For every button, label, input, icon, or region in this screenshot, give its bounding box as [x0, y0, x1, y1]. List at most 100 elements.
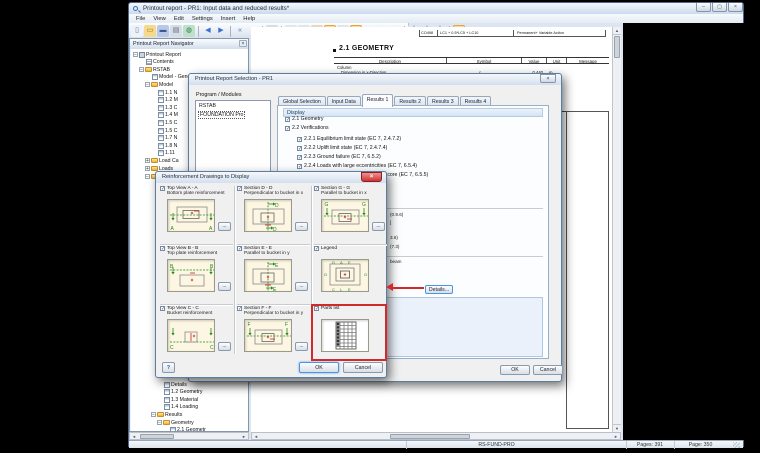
close-button[interactable]: × [728, 3, 743, 12]
toolbar-refresh-icon[interactable]: ◍ [183, 25, 195, 37]
checkbox-checked-icon[interactable]: ✓ [314, 246, 319, 252]
tree-item[interactable]: 2.1 Geometr [163, 427, 247, 431]
collapse-toggle-icon[interactable]: − [151, 412, 156, 418]
checkbox-checked-icon[interactable]: ✓ [160, 186, 165, 192]
document-hscrollbar[interactable]: ◄ ► [251, 432, 621, 440]
drawing-check-item[interactable]: ✓ Top View C - C Bucket reinforcement [160, 306, 212, 317]
vscroll-thumb[interactable] [614, 36, 620, 58]
checkbox-checked-icon[interactable]: ✓ [297, 136, 302, 142]
checkbox-checked-icon[interactable]: ✓ [297, 154, 302, 160]
collapse-toggle-icon[interactable]: − [145, 82, 150, 88]
display-check-item[interactable]: ✓ 2.2.4 Loads with large eccentricities (… [297, 163, 417, 169]
toolbar-new-report-icon[interactable]: ▯ [131, 25, 143, 37]
tree-item[interactable]: Details [157, 381, 247, 388]
nav-scroll-right-icon[interactable]: ► [240, 433, 248, 440]
checkbox-checked-icon[interactable]: ✓ [297, 145, 302, 151]
selection-cancel-button[interactable]: Cancel [533, 365, 563, 375]
more-options-button[interactable]: ... [295, 342, 308, 351]
toolbar-save-icon[interactable]: ▬ [157, 25, 169, 37]
nav-scroll-left-icon[interactable]: ◄ [130, 433, 138, 440]
expand-toggle-icon[interactable]: + [145, 158, 150, 164]
drawing-check-item[interactable]: ✓ Section D - D Perpendicular to bucket in… [237, 186, 303, 197]
checkbox-checked-icon[interactable]: ✓ [237, 306, 242, 312]
more-options-button[interactable]: ... [295, 282, 308, 291]
doc-scroll-right-icon[interactable]: ► [612, 433, 620, 440]
collapse-toggle-icon[interactable]: − [145, 173, 150, 179]
tree-item[interactable]: 1.3 Material [157, 396, 247, 403]
tree-item[interactable]: − Geometry [157, 419, 247, 426]
more-options-button[interactable]: ... [218, 282, 231, 291]
checkbox-checked-icon[interactable]: ✓ [160, 246, 165, 252]
menu-help[interactable]: Help [239, 16, 259, 22]
checkbox-checked-icon[interactable]: ✓ [285, 116, 290, 122]
reinforcement-ok-button[interactable]: OK [299, 362, 339, 373]
checkbox-checked-icon[interactable]: ✓ [314, 186, 319, 192]
more-options-button[interactable]: ... [372, 222, 385, 231]
selection-dialog-close-icon[interactable]: × [540, 74, 556, 83]
document-vscrollbar[interactable]: ▲ ▼ [612, 27, 621, 432]
selection-ok-button[interactable]: OK [500, 365, 530, 375]
selection-dialog-titlebar[interactable]: Printout Report Selection - PR1 [189, 74, 561, 85]
nav-hscroll-thumb[interactable] [140, 433, 174, 439]
drawing-check-item[interactable]: ✓ Top View B - B Top plate reinforcement [160, 246, 217, 257]
display-check-item[interactable]: ✓ 2.1 Geometry [285, 116, 323, 122]
drawing-check-item[interactable]: ✓ Section F - F Perpendicular to bucket in… [237, 306, 303, 317]
doc-scroll-left-icon[interactable]: ◄ [252, 433, 260, 440]
tree-item[interactable]: 1.4 Loading [157, 404, 247, 411]
navigator-close-icon[interactable]: × [239, 40, 247, 47]
collapse-toggle-icon[interactable]: − [133, 52, 138, 58]
menu-settings[interactable]: Settings [188, 16, 217, 22]
doc-hscroll-thumb[interactable] [390, 433, 470, 439]
tree-item[interactable]: Contents [139, 59, 247, 66]
window-titlebar[interactable]: Printout report - PR1: Input data and re… [129, 3, 743, 14]
more-options-button[interactable]: ... [218, 342, 231, 351]
navigator-hscrollbar[interactable]: ◄ ► [129, 432, 249, 440]
menu-file[interactable]: File [132, 16, 149, 22]
toolbar-back-icon[interactable]: ◀ [202, 25, 214, 37]
checkbox-checked-icon[interactable]: ✓ [160, 306, 165, 312]
reinforcement-cancel-button[interactable]: Cancel [343, 362, 383, 373]
tree-item-label: Model [159, 81, 174, 88]
tree-item[interactable]: 1.2 Geometry [157, 389, 247, 396]
checkbox-checked-icon[interactable]: ✓ [237, 246, 242, 252]
menu-edit[interactable]: Edit [170, 16, 188, 22]
more-options-button[interactable]: ... [295, 222, 308, 231]
checkbox-checked-icon[interactable]: ✓ [237, 186, 242, 192]
tree-item[interactable]: − Printout Report [133, 51, 247, 58]
collapse-toggle-icon[interactable]: − [139, 67, 144, 73]
toolbar-first-page-icon[interactable]: « [234, 25, 246, 37]
toolbar-open-icon[interactable]: ▭ [144, 25, 156, 37]
display-check-item[interactable]: ✓ 2.2.2 Uplift limit state (EC 7, 2.4.7.4… [297, 145, 387, 151]
more-options-button[interactable]: ... [218, 222, 231, 231]
drawing-subtitle: Parallel to bucket in y [244, 251, 290, 257]
navigator-header[interactable]: Printout Report Navigator [130, 39, 248, 49]
reinforcement-dialog-close-icon[interactable]: × [361, 172, 382, 182]
display-check-item[interactable]: ✓ 2.2.1 Equilibrium limit state (EC 7, 2.… [297, 136, 401, 142]
toolbar-print-icon[interactable]: ▤ [170, 25, 182, 37]
maximize-button[interactable]: ▢ [712, 3, 727, 12]
reinforcement-help-button[interactable]: ? [162, 362, 175, 373]
resize-grip[interactable] [733, 442, 740, 448]
menu-insert[interactable]: Insert [217, 16, 240, 22]
display-check-item[interactable]: ✓ 2.2 Verifications [285, 125, 329, 131]
reinforcement-dialog-titlebar[interactable]: Reinforcement Drawings to Display [156, 172, 386, 183]
checkbox-checked-icon[interactable]: ✓ [285, 125, 290, 131]
program-item[interactable]: RSTAB [198, 103, 217, 109]
checkbox-checked-icon[interactable]: ✓ [297, 163, 302, 169]
scroll-down-icon[interactable]: ▼ [613, 424, 621, 432]
details-button[interactable]: Details... [425, 285, 453, 294]
drawing-check-item[interactable]: ✓ Section G - G Parallel to bucket in x [314, 186, 367, 197]
collapse-toggle-icon[interactable]: − [157, 420, 162, 426]
scroll-up-icon[interactable]: ▲ [613, 27, 621, 35]
menu-view[interactable]: View [149, 16, 169, 22]
program-item[interactable]: FOUNDATION Pro [198, 111, 246, 119]
minimize-button[interactable]: – [696, 3, 711, 12]
tab-results-1[interactable]: Results 1 [361, 94, 394, 107]
drawing-check-item[interactable]: ✓ Legend [314, 246, 337, 252]
expand-toggle-icon[interactable]: + [145, 166, 150, 172]
drawing-check-item[interactable]: ✓ Top View A - A Bottom plate reinforcemen… [160, 186, 225, 197]
drawing-check-item[interactable]: ✓ Section E - E Parallel to bucket in y [237, 246, 290, 257]
display-check-item[interactable]: ✓ 2.2.3 Ground failure (EC 7, 6.5.2) [297, 154, 381, 160]
tree-item[interactable]: − Results [151, 411, 247, 418]
toolbar-forward-icon[interactable]: ▶ [215, 25, 227, 37]
